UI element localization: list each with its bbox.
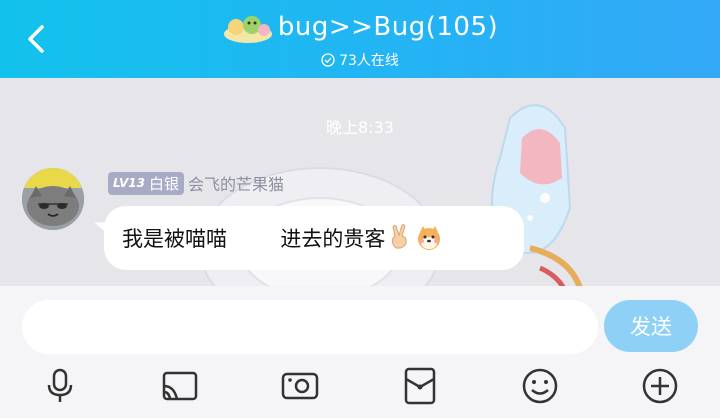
emoji-icon[interactable]	[520, 366, 560, 406]
rank-label: 白银	[148, 174, 179, 193]
message-timestamp: 晚上8:33	[326, 118, 394, 137]
input-bar: 发送	[0, 286, 720, 418]
cat-avatar-icon	[22, 168, 84, 230]
message-text: 我是被喵喵 进去的贵客	[122, 227, 386, 251]
check-circle-icon	[321, 53, 335, 67]
sender-info: LV13 白银 会飞的芒果猫	[108, 171, 284, 195]
message-bubble[interactable]: 我是被喵喵 进去的贵客	[104, 206, 524, 270]
message-input[interactable]	[22, 300, 598, 354]
red-packet-icon[interactable]	[400, 366, 440, 406]
microphone-icon[interactable]	[40, 366, 80, 406]
victory-hand-icon	[392, 224, 408, 249]
shiba-emoji-icon	[418, 226, 441, 250]
plus-icon[interactable]	[640, 366, 680, 406]
level-label: LV13	[113, 176, 145, 190]
photo-icon[interactable]	[280, 366, 320, 406]
chat-area[interactable]: 晚上8:33 LV13 白银 会飞的芒果猫 我是被喵喵 进去的贵客	[0, 78, 720, 286]
screen-cast-icon[interactable]	[160, 366, 200, 406]
avatar[interactable]	[22, 168, 84, 230]
group-avatar-icon	[223, 16, 272, 43]
online-count: 73人在线	[339, 53, 399, 69]
sender-name[interactable]: 会飞的芒果猫	[188, 171, 284, 195]
level-badge: LV13 白银	[108, 171, 184, 195]
title-block: bug>>Bug(105) 73人在线	[0, 10, 720, 71]
chat-header: bug>>Bug(105) 73人在线	[0, 0, 720, 78]
send-button[interactable]: 发送	[604, 300, 698, 352]
group-title: bug>>Bug(105)	[277, 12, 499, 42]
online-status[interactable]: 73人在线	[321, 50, 399, 70]
